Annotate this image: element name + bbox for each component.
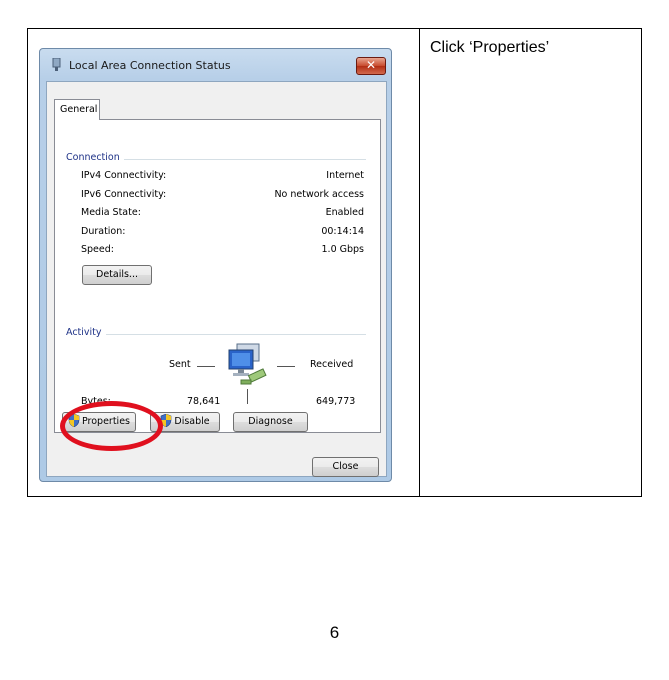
row-label: IPv6 Connectivity: (81, 189, 167, 200)
dialog-title: Local Area Connection Status (69, 59, 231, 72)
activity-divider (106, 334, 366, 335)
connection-heading: Connection (66, 152, 124, 163)
tab-panel: Connection IPv4 Connectivity: Internet I… (54, 119, 381, 433)
row-label: Media State: (81, 207, 141, 218)
network-computers-icon (228, 343, 267, 385)
disable-label: Disable (174, 416, 210, 427)
details-button[interactable]: Details... (82, 265, 152, 285)
received-label: Received (310, 359, 354, 370)
info-row-ipv6: IPv6 Connectivity: No network access (81, 189, 364, 203)
highlight-ring (60, 401, 163, 451)
row-value: No network access (274, 189, 364, 200)
close-icon[interactable]: ✕ (356, 57, 386, 75)
row-value: Enabled (325, 207, 364, 218)
row-value: 1.0 Gbps (321, 244, 365, 255)
received-line (277, 366, 295, 367)
row-label: Duration: (81, 226, 126, 237)
tab-general[interactable]: General (54, 99, 100, 120)
info-row-speed: Speed: 1.0 Gbps (81, 244, 364, 258)
instruction-text: Click ‘Properties’ (430, 39, 550, 56)
sent-label: Sent (169, 359, 191, 370)
network-adapter-icon (52, 58, 61, 71)
info-row-duration: Duration: 00:14:14 (81, 226, 364, 240)
row-value: Internet (326, 170, 364, 181)
connection-divider (115, 159, 366, 160)
sent-line (197, 366, 215, 367)
page-number: 6 (329, 623, 340, 642)
bytes-received-value: 649,773 (316, 396, 356, 407)
row-label: Speed: (81, 244, 114, 255)
info-row-media-state: Media State: Enabled (81, 207, 364, 221)
close-button[interactable]: Close (312, 457, 379, 477)
status-dialog: Local Area Connection Status ✕ General C… (39, 48, 392, 482)
row-label: IPv4 Connectivity: (81, 170, 167, 181)
bytes-sent-value: 78,641 (187, 396, 221, 407)
diagnose-button[interactable]: Diagnose (233, 412, 308, 432)
activity-separator (247, 389, 248, 404)
row-value: 00:14:14 (321, 226, 364, 237)
info-row-ipv4: IPv4 Connectivity: Internet (81, 170, 364, 184)
activity-heading: Activity (66, 327, 106, 338)
document-table: Click ‘Properties’ Local Area Connection… (27, 28, 642, 497)
cell-divider (419, 29, 420, 496)
